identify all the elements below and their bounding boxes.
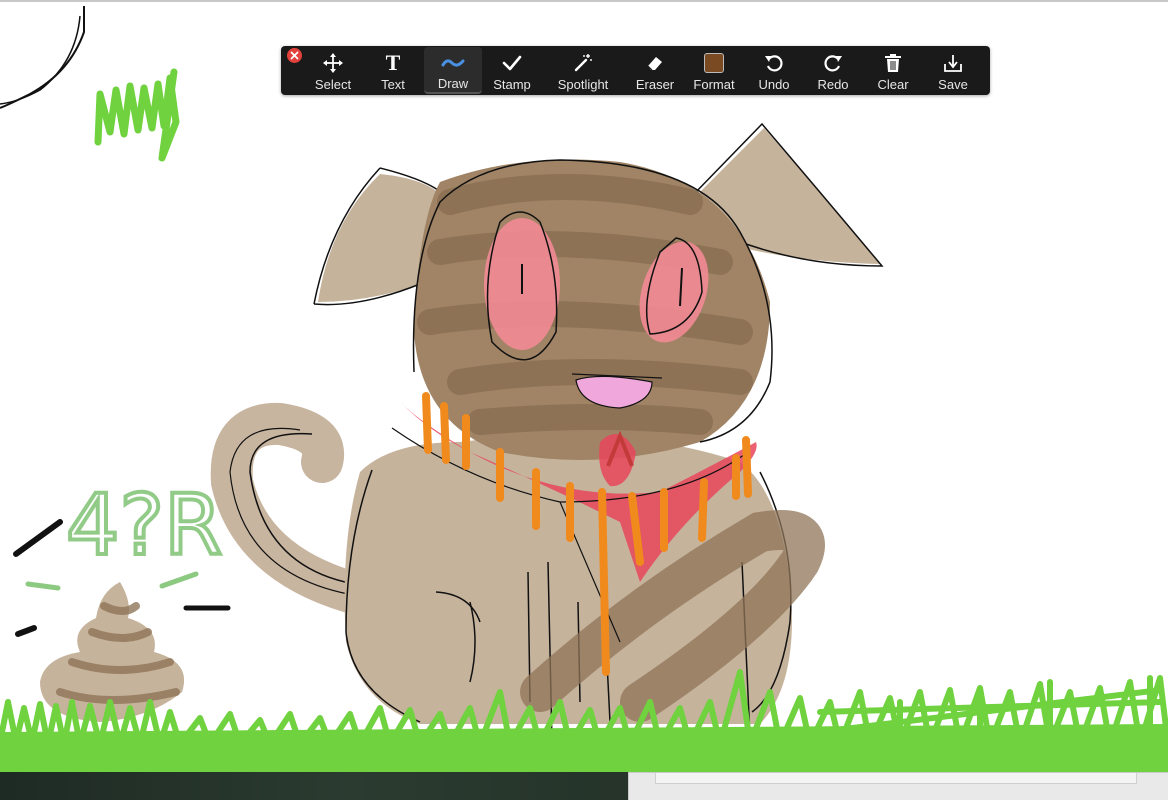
tool-clear-label: Clear — [877, 77, 909, 92]
annotation-toolbar: Select T Text Draw Stamp Spotlight Erase… — [281, 46, 990, 95]
tool-redo-label: Redo — [817, 77, 849, 92]
move-arrows-icon — [321, 52, 345, 74]
download-tray-icon — [941, 52, 965, 74]
window-bottom-edge — [628, 772, 1168, 800]
green-scribble — [94, 68, 180, 162]
tool-stamp-label: Stamp — [493, 77, 531, 92]
tool-undo[interactable]: Undo — [745, 46, 803, 95]
undo-arrow-icon — [762, 52, 786, 74]
tool-save-label: Save — [938, 77, 968, 92]
fly-mark-3 — [15, 625, 37, 637]
tool-stamp[interactable]: Stamp — [483, 46, 541, 95]
tool-spotlight[interactable]: Spotlight — [554, 46, 612, 95]
tool-format-label: Format — [693, 77, 735, 92]
black-curve-stroke — [0, 6, 85, 109]
tool-format[interactable]: Format — [685, 46, 743, 95]
tool-undo-label: Undo — [758, 77, 790, 92]
tool-redo[interactable]: Redo — [804, 46, 862, 95]
tool-text-label: Text — [381, 77, 405, 92]
tool-text[interactable]: T Text — [364, 46, 422, 95]
trash-icon — [881, 52, 905, 74]
tail-fill — [210, 403, 371, 613]
magic-wand-icon — [571, 52, 595, 74]
tool-draw[interactable]: Draw — [424, 47, 482, 94]
tool-draw-label: Draw — [437, 76, 469, 91]
close-toolbar-button[interactable] — [287, 48, 302, 63]
tool-select-label: Select — [314, 77, 352, 92]
drawing-layer: 4?R — [0, 6, 1168, 772]
black-curve-stroke-2 — [0, 15, 81, 105]
tool-save[interactable]: Save — [924, 46, 982, 95]
stink-line-1 — [25, 581, 61, 591]
fly-mark-1 — [13, 519, 63, 557]
tool-clear[interactable]: Clear — [864, 46, 922, 95]
squiggle-icon — [441, 53, 465, 73]
stink-line-2 — [159, 571, 199, 589]
checkmark-icon — [500, 52, 524, 74]
annotation-canvas[interactable]: 4?R — [0, 0, 1168, 772]
redo-arrow-icon — [821, 52, 845, 74]
close-x-icon — [290, 47, 299, 65]
window-inner-frame — [655, 773, 1137, 784]
tool-eraser[interactable]: Eraser — [626, 46, 684, 95]
handwritten-letters: 4?R — [66, 476, 222, 574]
tool-eraser-label: Eraser — [635, 77, 675, 92]
tool-select[interactable]: Select — [304, 46, 362, 95]
tool-spotlight-label: Spotlight — [557, 77, 609, 92]
text-t-icon: T — [385, 50, 401, 75]
color-swatch-icon — [702, 52, 726, 74]
eraser-icon — [643, 52, 667, 74]
